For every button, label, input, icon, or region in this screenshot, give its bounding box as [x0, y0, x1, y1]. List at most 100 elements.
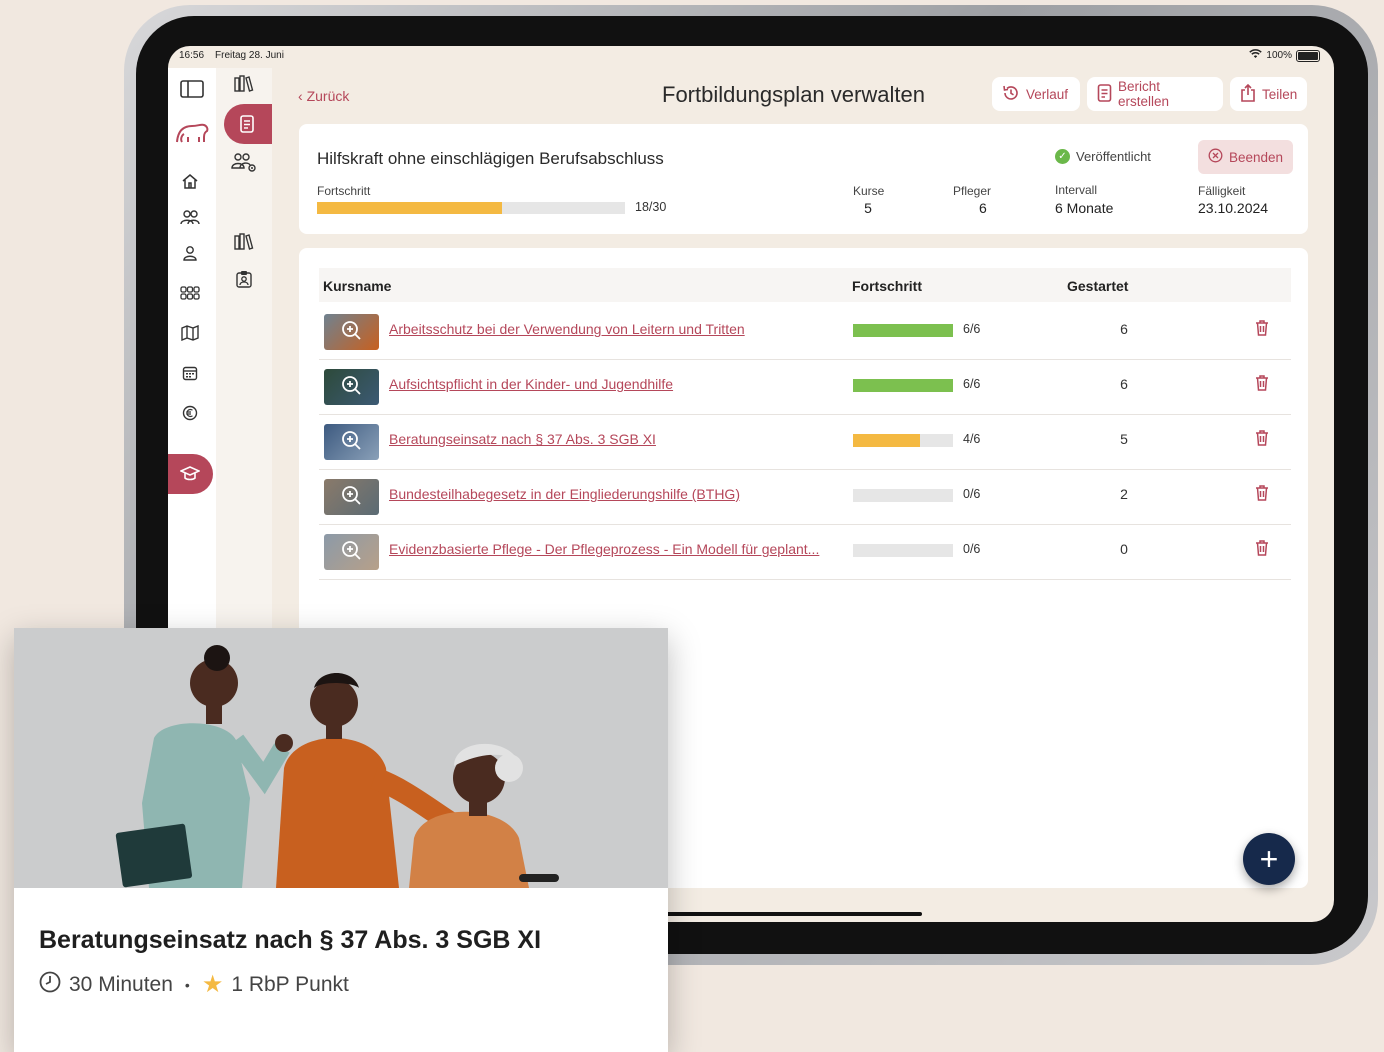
interval-value: 6 Monate — [1055, 200, 1114, 216]
course-progress-bar — [853, 544, 953, 557]
bear-logo-icon[interactable] — [174, 120, 210, 146]
meta-separator: • — [184, 976, 190, 993]
course-thumbnail[interactable] — [324, 534, 379, 570]
published-status: ✓ Veröffentlicht — [1055, 149, 1151, 164]
plan-progress-fill — [317, 202, 502, 214]
course-thumbnail[interactable] — [324, 424, 379, 460]
team-settings-icon[interactable] — [230, 152, 258, 172]
table-row[interactable]: Evidenzbasierte Pflege - Der Pflegeproze… — [319, 524, 1291, 580]
trash-icon[interactable] — [1255, 539, 1269, 561]
course-progress-count: 4/6 — [963, 432, 981, 446]
history-button[interactable]: Verlauf — [992, 77, 1080, 111]
status-bar: 16:56 Freitag 28. Juni 100% — [168, 46, 1334, 68]
users-icon[interactable] — [176, 209, 204, 225]
table-row[interactable]: Arbeitsschutz bei der Verwendung von Lei… — [319, 304, 1291, 360]
library-icon-2[interactable] — [230, 232, 258, 250]
share-button[interactable]: Teilen — [1230, 77, 1307, 111]
trash-icon[interactable] — [1255, 374, 1269, 396]
carers-label: Pfleger — [953, 184, 992, 198]
course-started-count: 6 — [1120, 376, 1128, 392]
zoom-in-icon — [342, 376, 361, 395]
person-icon[interactable] — [176, 245, 204, 261]
calendar-icon[interactable] — [176, 365, 204, 381]
course-thumbnail[interactable] — [324, 479, 379, 515]
course-progress-count: 0/6 — [963, 542, 981, 556]
course-points: 1 RbP Punkt — [231, 972, 349, 996]
course-started-count: 0 — [1120, 541, 1128, 557]
zoom-in-icon — [342, 486, 361, 505]
interval-label: Intervall — [1055, 183, 1098, 197]
course-progress-fill — [853, 434, 920, 447]
star-icon: ★ — [201, 971, 224, 998]
sidebar-toggle-icon[interactable] — [178, 80, 206, 98]
course-name-link[interactable]: Beratungseinsatz nach § 37 Abs. 3 SGB XI — [389, 431, 656, 447]
create-report-button[interactable]: Bericht erstellen — [1087, 77, 1223, 111]
nav-education-active[interactable] — [168, 454, 213, 494]
grid-icon[interactable] — [176, 285, 204, 301]
id-badge-icon[interactable] — [230, 270, 258, 288]
course-started-count: 6 — [1120, 321, 1128, 337]
nav-plans-active[interactable] — [224, 104, 272, 144]
add-course-button[interactable]: + — [1243, 833, 1295, 885]
course-started-count: 2 — [1120, 486, 1128, 502]
euro-icon[interactable] — [176, 405, 204, 421]
close-circle-icon — [1208, 148, 1223, 166]
course-thumbnail[interactable] — [324, 369, 379, 405]
back-label: Zurück — [306, 88, 350, 104]
column-header-progress: Fortschritt — [852, 278, 922, 294]
history-label: Verlauf — [1026, 86, 1069, 102]
course-progress-fill — [853, 324, 953, 337]
table-row[interactable]: Aufsichtspflicht in der Kinder- und Juge… — [319, 359, 1291, 415]
course-illustration — [14, 628, 668, 888]
course-name-link[interactable]: Evidenzbasierte Pflege - Der Pflegeproze… — [389, 541, 819, 557]
battery-percent: 100% — [1266, 50, 1292, 61]
course-name-link[interactable]: Bundesteilhabegesetz in der Eingliederun… — [389, 486, 740, 502]
course-name-link[interactable]: Aufsichtspflicht in der Kinder- und Juge… — [389, 376, 673, 392]
report-icon — [1097, 83, 1112, 105]
home-icon[interactable] — [176, 173, 204, 189]
course-duration: 30 Minuten — [69, 972, 173, 996]
course-name-link[interactable]: Arbeitsschutz bei der Verwendung von Lei… — [389, 321, 745, 337]
home-indicator — [638, 912, 922, 916]
chevron-left-icon: ‹ — [298, 88, 303, 104]
course-title: Beratungseinsatz nach § 37 Abs. 3 SGB XI — [39, 926, 542, 954]
table-row[interactable]: Bundesteilhabegesetz in der Eingliederun… — [319, 469, 1291, 525]
trash-icon[interactable] — [1255, 484, 1269, 506]
course-progress-count: 0/6 — [963, 487, 981, 501]
end-plan-button[interactable]: Beenden — [1198, 140, 1293, 174]
due-value: 23.10.2024 — [1198, 200, 1269, 216]
progress-label: Fortschritt — [317, 184, 371, 198]
course-progress-bar — [853, 489, 953, 502]
course-progress-bar — [853, 324, 953, 337]
table-row[interactable]: Beratungseinsatz nach § 37 Abs. 3 SGB XI… — [319, 414, 1291, 470]
trash-icon[interactable] — [1255, 429, 1269, 451]
course-progress-count: 6/6 — [963, 322, 981, 336]
trash-icon[interactable] — [1255, 319, 1269, 341]
end-label: Beenden — [1229, 149, 1284, 165]
plan-title: Hilfskraft ohne einschlägigen Berufsabsc… — [317, 149, 664, 168]
status-indicators: 100% — [1249, 49, 1320, 62]
course-preview-card[interactable]: Beratungseinsatz nach § 37 Abs. 3 SGB XI… — [14, 628, 668, 1052]
report-label: Bericht erstellen — [1118, 79, 1170, 109]
course-progress-bar — [853, 434, 953, 447]
carers-value: 6 — [979, 200, 987, 216]
wifi-icon — [1249, 49, 1263, 62]
course-thumbnail[interactable] — [324, 314, 379, 350]
status-time: 16:56 — [179, 50, 205, 61]
due-label: Fälligkeit — [1198, 184, 1246, 198]
share-label: Teilen — [1262, 86, 1298, 102]
library-icon[interactable] — [230, 74, 258, 92]
plan-progress-count: 18/30 — [635, 200, 667, 214]
course-progress-count: 6/6 — [963, 377, 981, 391]
back-link[interactable]: ‹ Zurück — [298, 88, 349, 104]
history-icon — [1002, 84, 1020, 105]
courses-value: 5 — [864, 200, 872, 216]
course-progress-bar — [853, 379, 953, 392]
table-header-row: Kursname Fortschritt Gestartet — [319, 268, 1291, 302]
published-label: Veröffentlicht — [1076, 149, 1151, 164]
courses-label: Kurse — [853, 184, 885, 198]
map-icon[interactable] — [176, 325, 204, 341]
plan-summary-card: Hilfskraft ohne einschlägigen Berufsabsc… — [299, 124, 1308, 234]
column-header-started: Gestartet — [1067, 278, 1129, 294]
course-meta: 30 Minuten • ★ 1 RbP Punkt — [39, 970, 349, 999]
